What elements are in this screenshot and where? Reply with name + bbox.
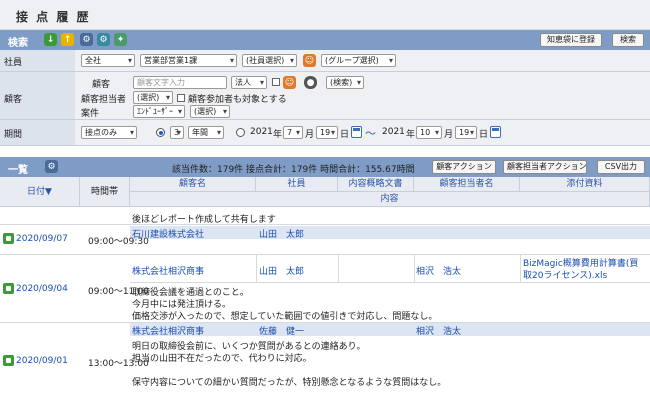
employee-select[interactable]: (社員選択) — [242, 54, 297, 67]
period-row-label: 期間 — [0, 120, 75, 146]
record-3-owner[interactable]: 相沢 浩太 — [416, 324, 461, 337]
record-2-date[interactable]: 2020/09/04 — [16, 284, 68, 294]
col-divider — [414, 254, 415, 282]
arrow-up-icon[interactable]: ↑ — [61, 33, 74, 46]
customer-row-label: 顧客 — [0, 72, 75, 120]
header-employee[interactable]: 社員 — [256, 177, 338, 192]
search-header: 検索 ↓ ↑ ⚙ ⚙ ✦ 知恵袋に登録 検索 — [0, 30, 650, 50]
calendar-icon[interactable] — [490, 126, 501, 138]
gear-icon[interactable]: ⚙ — [45, 160, 58, 173]
record-1-bar — [130, 226, 650, 239]
person-icon[interactable]: ☺ — [283, 76, 296, 89]
record-2-owner[interactable]: 相沢 浩太 — [416, 264, 461, 277]
owner-action-button[interactable]: 顧客担当者アクション — [503, 160, 587, 174]
arrow-down-icon[interactable]: ↓ — [44, 33, 57, 46]
range-tilde: 〜 — [365, 127, 376, 140]
record-2-customer[interactable]: 株式会社相沢商事 — [132, 264, 204, 277]
period-num-select[interactable]: 3 — [170, 126, 184, 139]
record-1-date[interactable]: 2020/09/07 — [16, 234, 68, 244]
customer-search-select[interactable]: (検索) — [326, 76, 364, 89]
calendar-icon[interactable] — [351, 126, 362, 138]
customer-field-label: 顧客 — [92, 80, 111, 90]
customer-input[interactable]: 顧客文字入力 — [133, 76, 227, 89]
period-unit-select[interactable]: 年間 — [188, 126, 224, 139]
record-2-employee[interactable]: 山田 太郎 — [259, 264, 304, 277]
staff-row: 全社 営業部営業1課 (社員選択) ☺ (グループ選択) — [75, 50, 650, 72]
record-icon[interactable] — [3, 283, 14, 294]
to-day-select[interactable]: 19 — [455, 126, 477, 139]
divider — [0, 254, 650, 255]
header-attach[interactable]: 添付資料 — [520, 177, 650, 192]
divider — [0, 224, 650, 225]
owner-select[interactable]: (選択) — [133, 91, 173, 104]
record-1-employee[interactable]: 山田 太郎 — [259, 227, 304, 240]
case-label: 案件 — [81, 109, 100, 119]
tools-icon[interactable]: ✦ — [114, 33, 127, 46]
period-row: 接点のみ 3 年間 2021 年 7 月 19 日 〜 2021 年 10 月 … — [75, 120, 650, 146]
divider — [130, 282, 650, 283]
include-participant-label: 顧客参加者も対象とする — [188, 95, 287, 105]
header-content[interactable]: 内容 — [130, 192, 650, 207]
record-3-date[interactable]: 2020/09/01 — [16, 356, 68, 366]
dept-select[interactable]: 営業部営業1課 — [140, 54, 237, 67]
title-bar: 接 点 履 歴 — [0, 0, 650, 30]
header-owner[interactable]: 顧客担当者名 — [414, 177, 520, 192]
scope-select[interactable]: 全社 — [81, 54, 135, 67]
header-time: 時間帯 — [80, 177, 130, 207]
csv-export-button[interactable]: CSV出力 — [597, 160, 645, 174]
save-to-knowledge-button[interactable]: 知恵袋に登録 — [540, 33, 602, 47]
relative-period-radio[interactable] — [156, 128, 165, 137]
list-header: 一覧 ⚙ 該当件数：179件 接点合計：179件 時間合計：155.67時間 顧… — [0, 157, 650, 177]
to-month-select[interactable]: 10 — [416, 126, 442, 139]
record-2-line: 価格交渉が入ったので、想定していた範囲での値引きで対応し、問題なし。 — [132, 312, 438, 322]
gear-icon[interactable]: ⚙ — [80, 33, 93, 46]
from-month-select[interactable]: 7 — [283, 126, 303, 139]
record-3-line: 保守内容についての細かい質問だったが、特別懸念となるような質問はなし。 — [132, 378, 447, 388]
summary-text: 該当件数：179件 接点合計：179件 時間合計：155.67時間 — [172, 165, 415, 175]
include-participant-checkbox[interactable] — [177, 94, 185, 102]
absolute-period-radio[interactable] — [236, 128, 245, 137]
list-label: 一覧 — [8, 165, 28, 176]
record-3-bar — [130, 323, 650, 336]
col-divider — [256, 254, 257, 282]
customer-type-select[interactable]: 法人 — [231, 76, 267, 89]
binoculars-icon[interactable]: ● — [304, 76, 317, 89]
staff-row-label: 社員 — [0, 50, 75, 72]
record-1-customer[interactable]: 石川建設株式会社 — [132, 227, 204, 240]
from-day-select[interactable]: 19 — [316, 126, 338, 139]
record-2-attach-line2[interactable]: 取20ライセンス).xls — [523, 268, 607, 281]
person-icon[interactable]: ☺ — [303, 54, 316, 67]
record-icon[interactable] — [3, 233, 14, 244]
owner-label: 顧客担当者 — [81, 95, 127, 105]
record-3-line: 担当の山田不在だったので、代わりに対応。 — [132, 354, 312, 364]
col-divider — [338, 254, 339, 282]
case-user-select[interactable]: ｴﾝﾄﾞﾕｰｻﾞｰ — [133, 105, 185, 118]
case-select[interactable]: (選択) — [190, 105, 230, 118]
search-button[interactable]: 検索 — [612, 33, 644, 47]
group-select[interactable]: (グループ選択) — [321, 54, 396, 67]
customer-action-button[interactable]: 顧客アクション — [432, 160, 496, 174]
header-date[interactable]: 日付▼ — [0, 177, 80, 207]
record-3-customer[interactable]: 株式会社相沢商事 — [132, 324, 204, 337]
settings-alt-icon[interactable]: ⚙ — [97, 33, 110, 46]
page-title: 接 点 履 歴 — [16, 10, 91, 24]
col-divider — [520, 254, 521, 282]
search-label: 検索 — [8, 38, 28, 49]
from-year[interactable]: 2021 — [250, 127, 273, 137]
record-3-employee[interactable]: 佐藤 健一 — [259, 324, 304, 337]
header-doc[interactable]: 内容概略文書 — [338, 177, 414, 192]
customer-row: 顧客 顧客文字入力 法人 ☺ ● (検索) 顧客担当者 (選択) 顧客参加者も対… — [75, 72, 650, 120]
customer-checkbox[interactable] — [272, 78, 280, 86]
period-mode-select[interactable]: 接点のみ — [81, 126, 137, 139]
to-year[interactable]: 2021 — [382, 127, 405, 137]
record-icon[interactable] — [3, 355, 14, 366]
header-customer[interactable]: 顧客名 — [130, 177, 256, 192]
